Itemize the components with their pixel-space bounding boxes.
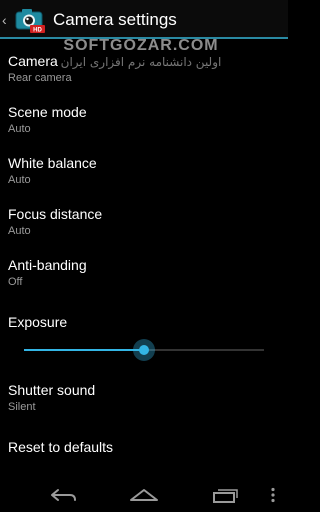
setting-value: Silent [8,401,36,413]
setting-label: Scene mode [8,104,87,120]
setting-value: Off [8,276,23,288]
reset-label: Reset to defaults [8,439,114,455]
exposure-slider[interactable] [24,339,264,361]
exposure-label: Exposure [8,314,68,330]
setting-reset-defaults[interactable]: Reset to defaults [8,438,280,456]
recents-icon[interactable] [210,485,240,505]
setting-anti-banding[interactable]: Anti-banding Off [8,256,280,289]
page-title: Camera settings [53,9,177,29]
navigation-bar [0,478,288,512]
slider-thumb[interactable] [139,345,149,355]
setting-value: Rear camera [8,72,72,84]
setting-label: Focus distance [8,206,103,222]
svg-text:HD: HD [33,27,42,33]
slider-fill [24,349,144,351]
setting-shutter-sound[interactable]: Shutter sound Silent [8,381,280,414]
back-chevron-icon[interactable]: ‹ [2,12,12,28]
setting-label: White balance [8,155,97,171]
setting-exposure: Exposure [8,313,280,331]
action-bar-divider [0,37,288,39]
setting-focus-distance[interactable]: Focus distance Auto [8,205,280,238]
setting-value: Auto [8,225,31,237]
home-icon[interactable] [128,485,160,505]
setting-label: Shutter sound [8,382,96,398]
setting-value: Auto [8,123,31,135]
setting-value: Auto [8,174,31,186]
setting-label: Camera [8,53,58,69]
back-icon[interactable] [48,485,78,505]
action-bar: ‹ HD Camera settings [0,0,288,39]
setting-label: Anti-banding [8,257,87,273]
overflow-menu-icon[interactable] [270,487,276,503]
setting-white-balance[interactable]: White balance Auto [8,154,280,187]
setting-camera[interactable]: Camera Rear camera [8,52,280,85]
camera-app-icon[interactable]: HD [13,5,47,35]
setting-scene-mode[interactable]: Scene mode Auto [8,103,280,136]
